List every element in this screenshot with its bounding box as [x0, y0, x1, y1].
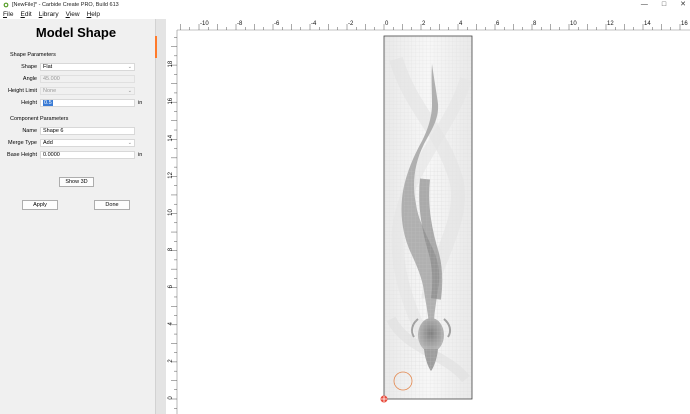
shape-label: Shape [21, 64, 37, 70]
close-button[interactable]: ✕ [680, 0, 686, 10]
y-ruler-label: 12 [168, 171, 174, 178]
done-button[interactable]: Done [94, 200, 130, 210]
origin-marker-icon [380, 395, 388, 403]
window-title: [NewFile]* - Carbide Create PRO, Build 6… [12, 2, 119, 8]
y-ruler-label: 16 [168, 97, 174, 104]
height-field[interactable]: 0.5 [40, 99, 135, 107]
merge-type-value: Add [43, 140, 53, 146]
shape-value: Flat [43, 64, 53, 70]
design-canvas[interactable]: -10 -8 -6 -4 -2 0 2 4 6 8 10 12 14 16 18 16 14 12 10 8 6 4 2 0 [166, 19, 690, 414]
show-3d-button[interactable]: Show 3D [59, 177, 94, 187]
angle-label: Angle [22, 76, 37, 82]
menu-help[interactable]: Help [87, 11, 100, 18]
base-height-field[interactable]: 0.0000 [40, 151, 135, 159]
name-value: Shape 6 [43, 128, 64, 134]
y-ruler-label: 14 [168, 134, 174, 141]
shape-select[interactable]: Flat ⌄ [40, 63, 135, 71]
y-ruler-label: 18 [168, 60, 174, 67]
base-height-value: 0.0000 [43, 152, 60, 158]
name-field[interactable]: Shape 6 [40, 127, 135, 135]
x-ruler-label: 12 [607, 21, 614, 27]
merge-type-label: Merge Type [8, 140, 37, 146]
x-ruler-label: 10 [570, 21, 577, 27]
merge-type-select[interactable]: Add ⌄ [40, 139, 135, 147]
chevron-down-icon: ⌄ [127, 64, 132, 70]
minimize-button[interactable]: — [641, 0, 648, 10]
app-icon [3, 2, 9, 8]
panel-title: Model Shape [35, 25, 117, 40]
component-parameters-heading: Component Parameters [10, 116, 69, 122]
y-ruler-label: 10 [168, 209, 174, 216]
shape-parameters-heading: Shape Parameters [10, 52, 56, 58]
x-ruler-label: 16 [681, 21, 688, 27]
x-ruler-label: -2 [348, 21, 354, 27]
angle-field[interactable]: 45.000 [40, 75, 135, 83]
menu-library[interactable]: Library [39, 11, 59, 18]
splitter-marker [155, 36, 157, 58]
x-ruler-label: -8 [237, 21, 243, 27]
title-bar: [NewFile]* - Carbide Create PRO, Build 6… [0, 0, 690, 10]
height-value: 0.5 [43, 100, 53, 106]
name-label: Name [22, 128, 37, 134]
vertical-ruler: 181614121086420 [166, 19, 178, 414]
panel-splitter[interactable] [155, 19, 166, 414]
canvas-svg: -10 -8 -6 -4 -2 0 2 4 6 8 10 12 14 16 181614121086420 [166, 19, 690, 414]
base-height-label: Base Height [7, 152, 37, 158]
apply-button[interactable]: Apply [22, 200, 58, 210]
chevron-down-icon: ⌄ [127, 88, 132, 94]
menu-bar: File Edit Library View Help [0, 10, 690, 19]
menu-file[interactable]: File [3, 11, 14, 18]
model-shape-panel: Model Shape Shape Parameters Shape Flat … [0, 19, 155, 414]
x-ruler-label: -10 [200, 21, 209, 27]
height-limit-value: None [43, 88, 57, 94]
angle-value: 45.000 [43, 76, 60, 82]
menu-edit[interactable]: Edit [21, 11, 32, 18]
horizontal-ruler: -10 -8 -6 -4 -2 0 2 4 6 8 10 12 14 16 [166, 19, 690, 31]
height-limit-select[interactable]: None ⌄ [40, 87, 135, 95]
window-controls: — □ ✕ [641, 0, 686, 10]
height-label: Height [21, 100, 37, 106]
menu-view[interactable]: View [66, 11, 80, 18]
height-unit: in [138, 100, 143, 106]
x-ruler-label: -4 [311, 21, 317, 27]
x-ruler-label: 14 [644, 21, 651, 27]
chevron-down-icon: ⌄ [127, 140, 132, 146]
base-height-unit: in [138, 152, 143, 158]
height-limit-label: Height Limit [7, 88, 37, 94]
x-ruler-label: -6 [274, 21, 280, 27]
maximize-button[interactable]: □ [662, 0, 666, 10]
